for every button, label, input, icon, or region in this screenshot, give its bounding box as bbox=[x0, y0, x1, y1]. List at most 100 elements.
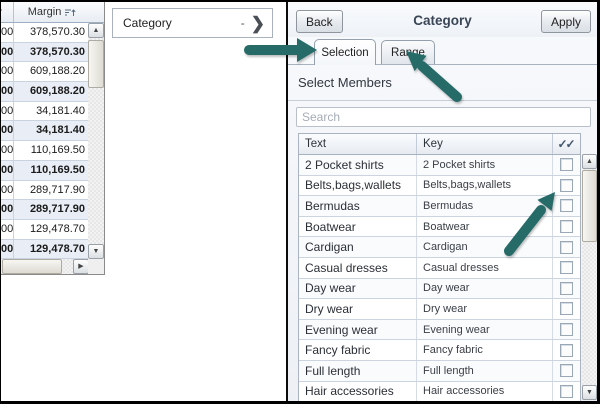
member-key: Boatwear bbox=[416, 217, 552, 237]
scroll-up-icon[interactable]: ▲ bbox=[88, 23, 104, 38]
member-row[interactable]: Belts,bags,wallets Belts,bags,wallets bbox=[299, 176, 580, 197]
category-filter-dropdown[interactable]: Category - ❯ bbox=[112, 8, 273, 38]
member-checkbox[interactable] bbox=[560, 385, 573, 398]
member-text: 2 Pocket shirts bbox=[299, 158, 416, 172]
tab-selection[interactable]: Selection bbox=[314, 39, 376, 65]
members-vertical-scrollbar[interactable]: ▲ ▼ bbox=[582, 154, 597, 400]
member-text: Hair accessories bbox=[299, 384, 416, 398]
double-check-icon: ✓✓ bbox=[557, 137, 575, 151]
scrollbar-thumb[interactable] bbox=[2, 259, 62, 274]
screenshot-root: Margin 00 378,570.30 00 378,570.30 bbox=[0, 0, 600, 404]
member-checkbox[interactable] bbox=[560, 261, 573, 274]
table-row[interactable]: 00 289,717.90 bbox=[1, 181, 88, 201]
text-column-header[interactable]: Text bbox=[299, 138, 416, 150]
member-row[interactable]: Full length Full length bbox=[299, 361, 580, 382]
margin-value: 378,570.30 bbox=[14, 43, 88, 62]
member-key: Day wear bbox=[416, 279, 552, 299]
member-checkbox[interactable] bbox=[560, 179, 573, 192]
table-row[interactable]: 00 34,181.40 bbox=[1, 121, 88, 141]
table-row[interactable]: 00 110,169.50 bbox=[1, 141, 88, 161]
tab-range[interactable]: Range bbox=[381, 40, 435, 64]
member-key: Dry wear bbox=[416, 299, 552, 319]
category-filter-panel: Back Category Apply Selection Range Sele… bbox=[286, 2, 597, 401]
table-row[interactable]: 00 378,570.30 bbox=[1, 23, 88, 43]
table-row[interactable]: 00 289,717.90 bbox=[1, 200, 88, 220]
member-checkbox[interactable] bbox=[560, 282, 573, 295]
margin-value: 609,188.20 bbox=[14, 82, 88, 101]
row-partial-value: 00 bbox=[1, 240, 14, 259]
member-row[interactable]: Cardigan Cardigan bbox=[299, 237, 580, 258]
table-row[interactable]: 00 609,188.20 bbox=[1, 62, 88, 82]
member-key: Hair accessories bbox=[416, 382, 552, 401]
member-key: Casual dresses bbox=[416, 258, 552, 278]
margin-value: 289,717.90 bbox=[14, 200, 88, 219]
member-row[interactable]: Hair accessories Hair accessories bbox=[299, 382, 580, 401]
row-partial-value: 00 bbox=[1, 161, 14, 180]
panel-content: Select Members Text Key ✓✓ 2 Pocket shir… bbox=[288, 64, 597, 401]
scroll-down-icon[interactable]: ▼ bbox=[582, 385, 597, 400]
member-row[interactable]: Dry wear Dry wear bbox=[299, 299, 580, 320]
row-partial-value: 00 bbox=[1, 23, 14, 42]
member-text: Casual dresses bbox=[299, 261, 416, 275]
table-row[interactable]: 00 609,188.20 bbox=[1, 82, 88, 102]
member-check-cell bbox=[552, 382, 580, 401]
member-row[interactable]: Casual dresses Casual dresses bbox=[299, 258, 580, 279]
member-key: Full length bbox=[416, 361, 552, 381]
member-check-cell bbox=[552, 176, 580, 196]
member-check-cell bbox=[552, 340, 580, 360]
member-checkbox[interactable] bbox=[560, 220, 573, 233]
member-checkbox[interactable] bbox=[560, 199, 573, 212]
member-check-cell bbox=[552, 237, 580, 257]
table-row[interactable]: 00 378,570.30 bbox=[1, 43, 88, 63]
row-partial-value: 00 bbox=[1, 102, 14, 121]
panel-header: Back Category Apply bbox=[288, 2, 597, 37]
left-horizontal-scrollbar[interactable]: ▶ bbox=[1, 259, 89, 274]
category-filter-label: Category bbox=[113, 16, 172, 30]
left-vertical-scrollbar[interactable]: ▲ ▼ bbox=[88, 23, 104, 259]
member-text: Evening wear bbox=[299, 323, 416, 337]
margin-table: Margin 00 378,570.30 00 378,570.30 bbox=[1, 2, 105, 275]
margin-value: 110,169.50 bbox=[14, 141, 88, 160]
member-checkbox[interactable] bbox=[560, 364, 573, 377]
member-text: Day wear bbox=[299, 281, 416, 295]
table-row[interactable]: 00 110,169.50 bbox=[1, 161, 88, 181]
member-row[interactable]: Day wear Day wear bbox=[299, 279, 580, 300]
member-checkbox[interactable] bbox=[560, 323, 573, 336]
check-column-header[interactable]: ✓✓ bbox=[552, 134, 580, 154]
search-input[interactable] bbox=[296, 107, 591, 127]
row-partial-value: 00 bbox=[1, 220, 14, 239]
scrollbar-thumb[interactable] bbox=[88, 40, 104, 88]
apply-button[interactable]: Apply bbox=[541, 10, 591, 33]
member-text: Belts,bags,wallets bbox=[299, 178, 416, 192]
partial-column-header bbox=[1, 2, 14, 22]
member-checkbox[interactable] bbox=[560, 302, 573, 315]
member-checkbox[interactable] bbox=[560, 241, 573, 254]
member-key: Evening wear bbox=[416, 320, 552, 340]
member-row[interactable]: Evening wear Evening wear bbox=[299, 320, 580, 341]
member-text: Boatwear bbox=[299, 220, 416, 234]
scroll-right-icon[interactable]: ▶ bbox=[73, 259, 89, 274]
table-row[interactable]: 00 129,478.70 bbox=[1, 220, 88, 240]
scroll-up-icon[interactable]: ▲ bbox=[582, 154, 597, 169]
margin-column-header[interactable]: Margin bbox=[14, 6, 104, 18]
member-check-cell bbox=[552, 320, 580, 340]
key-column-header[interactable]: Key bbox=[416, 134, 552, 154]
member-checkbox[interactable] bbox=[560, 344, 573, 357]
member-check-cell bbox=[552, 196, 580, 216]
member-row[interactable]: Bermudas Bermudas bbox=[299, 196, 580, 217]
scrollbar-thumb[interactable] bbox=[582, 170, 597, 242]
sort-icon-fragment bbox=[1, 8, 6, 17]
member-row[interactable]: 2 Pocket shirts 2 Pocket shirts bbox=[299, 155, 580, 176]
scroll-down-icon[interactable]: ▼ bbox=[88, 244, 104, 259]
table-row[interactable]: 00 129,478.70 bbox=[1, 240, 88, 260]
member-key: Bermudas bbox=[416, 196, 552, 216]
member-text: Cardigan bbox=[299, 240, 416, 254]
member-text: Bermudas bbox=[299, 199, 416, 213]
margin-value: 289,717.90 bbox=[14, 181, 88, 200]
table-row[interactable]: 00 34,181.40 bbox=[1, 102, 88, 122]
member-checkbox[interactable] bbox=[560, 158, 573, 171]
chevron-right-icon[interactable]: ❯ bbox=[251, 15, 265, 32]
member-row[interactable]: Fancy fabric Fancy fabric bbox=[299, 340, 580, 361]
member-row[interactable]: Boatwear Boatwear bbox=[299, 217, 580, 238]
member-check-cell bbox=[552, 361, 580, 381]
